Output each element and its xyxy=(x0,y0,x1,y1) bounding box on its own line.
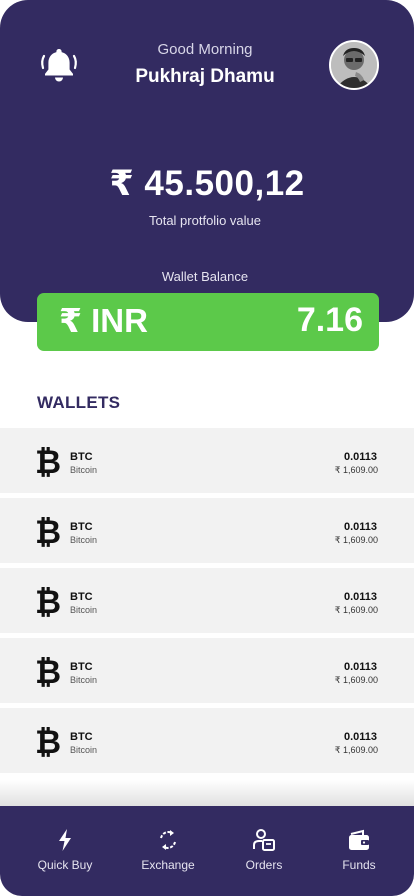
wallet-row[interactable]: ₿ BTC Bitcoin 0.0113 ₹ 1,609.00 xyxy=(0,638,414,703)
svg-text:₿: ₿ xyxy=(35,724,61,758)
svg-text:₿: ₿ xyxy=(35,444,61,478)
coin-quantity: 0.0113 xyxy=(343,661,377,673)
nav-item-quick-buy[interactable]: Quick Buy xyxy=(15,806,115,896)
wallet-balance-card[interactable]: ₹ INR 7.16 xyxy=(37,293,379,351)
bitcoin-icon: ₿ xyxy=(35,514,61,548)
bitcoin-icon: ₿ xyxy=(35,654,61,688)
svg-text:₿: ₿ xyxy=(35,514,61,548)
coin-name: Bitcoin xyxy=(70,675,98,685)
orders-icon xyxy=(253,829,275,851)
coin-symbol: BTC xyxy=(70,731,93,743)
portfolio-total-label: Total protfolio value xyxy=(148,213,261,228)
portfolio-total-value: ₹ 45.500,12 xyxy=(109,164,305,203)
coin-symbol: BTC xyxy=(70,661,93,673)
nav-label-funds: Funds xyxy=(342,858,376,872)
coin-quantity: 0.0113 xyxy=(343,521,377,533)
coin-name: Bitcoin xyxy=(70,745,98,755)
wallets-section-title: WALLETS xyxy=(37,393,121,412)
coin-name: Bitcoin xyxy=(70,465,98,475)
user-avatar[interactable] xyxy=(329,40,379,90)
svg-text:₿: ₿ xyxy=(35,584,61,618)
coin-symbol: BTC xyxy=(70,451,93,463)
coin-fiat-value: ₹ 1,609.00 xyxy=(334,465,378,475)
wallet-balance-currency: ₹ INR xyxy=(59,302,148,339)
nav-item-exchange[interactable]: Exchange xyxy=(118,806,218,896)
bitcoin-icon: ₿ xyxy=(35,584,61,618)
coin-fiat-value: ₹ 1,609.00 xyxy=(334,675,378,685)
nav-item-funds[interactable]: Funds xyxy=(309,806,409,896)
avatar-image xyxy=(331,42,377,88)
wallet-balance-label: Wallet Balance xyxy=(161,269,249,284)
coin-quantity: 0.0113 xyxy=(343,731,377,743)
wallet-row[interactable]: ₿ BTC Bitcoin 0.0113 ₹ 1,609.00 xyxy=(0,428,414,493)
bitcoin-icon: ₿ xyxy=(35,724,61,758)
nav-item-orders[interactable]: Orders xyxy=(214,806,314,896)
coin-symbol: BTC xyxy=(70,521,93,533)
lightning-icon xyxy=(59,829,71,851)
coin-quantity: 0.0113 xyxy=(343,591,377,603)
coin-fiat-value: ₹ 1,609.00 xyxy=(334,605,378,615)
nav-label-orders: Orders xyxy=(245,858,283,872)
coin-fiat-value: ₹ 1,609.00 xyxy=(334,535,378,545)
bitcoin-icon: ₿ xyxy=(35,444,61,478)
coin-fiat-value: ₹ 1,609.00 xyxy=(334,745,378,755)
coin-quantity: 0.0113 xyxy=(343,451,377,463)
nav-label-exchange: Exchange xyxy=(141,858,195,872)
header-panel: Good Morning Pukhraj Dhamu ₹ 45.500,12 T… xyxy=(0,0,414,322)
wallet-row[interactable]: ₿ BTC Bitcoin 0.0113 ₹ 1,609.00 xyxy=(0,568,414,633)
wallet-row[interactable]: ₿ BTC Bitcoin 0.0113 ₹ 1,609.00 xyxy=(0,708,414,773)
nav-label-quick-buy: Quick Buy xyxy=(37,858,93,872)
svg-text:₿: ₿ xyxy=(35,654,61,688)
wallet-icon xyxy=(349,829,369,850)
coin-name: Bitcoin xyxy=(70,535,98,545)
exchange-icon xyxy=(160,830,176,850)
wallet-row[interactable]: ₿ BTC Bitcoin 0.0113 ₹ 1,609.00 xyxy=(0,498,414,563)
bottom-navigation: Quick Buy Exchange Orders Funds xyxy=(0,806,414,896)
wallet-balance-amount: 7.16 xyxy=(296,301,363,339)
coin-symbol: BTC xyxy=(70,591,93,603)
coin-name: Bitcoin xyxy=(70,605,98,615)
